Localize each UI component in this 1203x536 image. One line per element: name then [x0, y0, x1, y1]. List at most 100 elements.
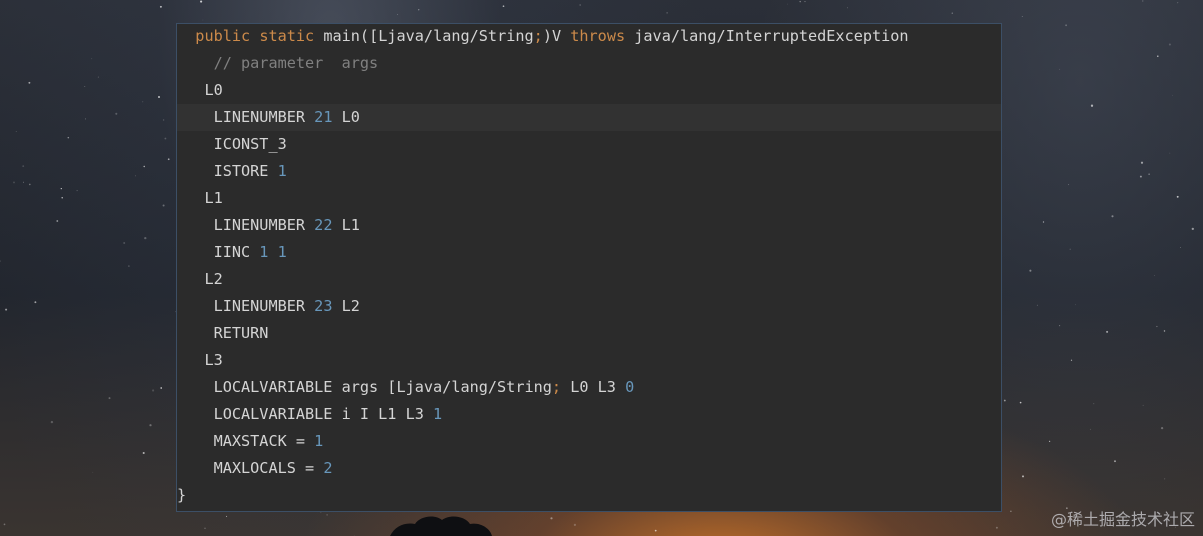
star: [200, 0, 203, 3]
code-token: 1: [314, 432, 324, 450]
star: [167, 158, 170, 161]
code-line[interactable]: // parameter args: [177, 50, 1001, 77]
star: [1142, 404, 1144, 406]
code-token: static: [259, 27, 315, 45]
code-token: L2: [332, 297, 360, 315]
star: [5, 308, 8, 311]
code-line[interactable]: L1: [177, 185, 1001, 212]
code-line[interactable]: L2: [177, 266, 1001, 293]
star: [353, 534, 355, 536]
star: [1169, 152, 1171, 154]
code-editor: public static main([Ljava/lang/String;)V…: [176, 23, 1002, 512]
star: [1111, 215, 1114, 218]
code-line[interactable]: RETURN: [177, 320, 1001, 347]
code-line[interactable]: LINENUMBER 23 L2: [177, 293, 1001, 320]
star: [108, 397, 111, 400]
star: [164, 137, 167, 140]
star: [1191, 227, 1194, 231]
code-token: IINC: [213, 243, 260, 261]
code-token: LINENUMBER: [213, 216, 315, 234]
code-line[interactable]: LINENUMBER 22 L1: [177, 212, 1001, 239]
code-line[interactable]: LINENUMBER 21 L0: [177, 104, 1001, 131]
code-token: L0: [332, 108, 360, 126]
star: [951, 12, 954, 14]
code-token: MAXLOCALS =: [213, 459, 324, 477]
star: [1070, 359, 1073, 361]
star: [1140, 161, 1144, 164]
star: [1068, 184, 1070, 186]
star: [418, 9, 420, 11]
star: [654, 529, 657, 532]
star: [1114, 460, 1116, 463]
star: [76, 190, 78, 192]
star: [135, 175, 136, 177]
star: [115, 112, 118, 115]
star: [1160, 426, 1164, 430]
code-line[interactable]: MAXLOCALS = 2: [177, 455, 1001, 482]
code-line[interactable]: L3: [177, 347, 1001, 374]
code-token: ICONST_3: [213, 135, 287, 153]
star: [326, 514, 328, 516]
star: [1059, 68, 1061, 70]
star: [1065, 24, 1067, 27]
star: [1029, 269, 1032, 272]
star: [0, 260, 1, 262]
star: [1090, 104, 1094, 107]
star: [666, 12, 668, 14]
star: [1010, 510, 1012, 512]
star: [847, 7, 848, 9]
code-line[interactable]: L0: [177, 77, 1001, 104]
code-token: 1: [277, 162, 287, 180]
code-line[interactable]: ISTORE 1: [177, 158, 1001, 185]
star: [34, 301, 37, 304]
star: [550, 517, 553, 520]
star: [85, 118, 87, 120]
code-token: L1: [204, 189, 223, 207]
star: [1168, 43, 1171, 46]
star: [28, 183, 31, 186]
star: [23, 181, 25, 183]
star: [202, 19, 204, 21]
star: [1106, 330, 1109, 333]
code-line[interactable]: }: [177, 482, 1001, 509]
star: [1163, 330, 1166, 332]
star: [1075, 304, 1076, 306]
star: [1036, 304, 1038, 306]
code-token: main([Ljava/lang/String: [314, 27, 534, 45]
code-line[interactable]: ICONST_3: [177, 131, 1001, 158]
code-token: L1: [332, 216, 360, 234]
star: [1139, 175, 1142, 178]
code-token: LINENUMBER: [213, 108, 315, 126]
star: [84, 86, 86, 87]
star: [1021, 16, 1023, 18]
code-line[interactable]: MAXSTACK = 1: [177, 428, 1001, 455]
code-line[interactable]: IINC 1 1: [177, 239, 1001, 266]
code-line[interactable]: LOCALVARIABLE i I L1 L3 1: [177, 401, 1001, 428]
star: [1153, 275, 1155, 277]
star: [995, 526, 998, 529]
code-line[interactable]: LOCALVARIABLE args [Ljava/lang/String; L…: [177, 374, 1001, 401]
star: [1059, 325, 1061, 327]
code-token: LOCALVARIABLE args [Ljava/lang/String: [213, 378, 552, 396]
star: [142, 101, 144, 103]
code-line[interactable]: public static main([Ljava/lang/String;)V…: [177, 23, 1001, 50]
code-token: 22: [314, 216, 333, 234]
star: [1164, 478, 1166, 480]
star: [1019, 401, 1022, 404]
star: [1156, 325, 1158, 328]
watermark: @稀土掘金技术社区: [1050, 510, 1195, 529]
star: [22, 165, 25, 167]
code-token: throws: [570, 27, 626, 45]
code-token: 0: [625, 378, 635, 396]
star: [67, 136, 70, 139]
